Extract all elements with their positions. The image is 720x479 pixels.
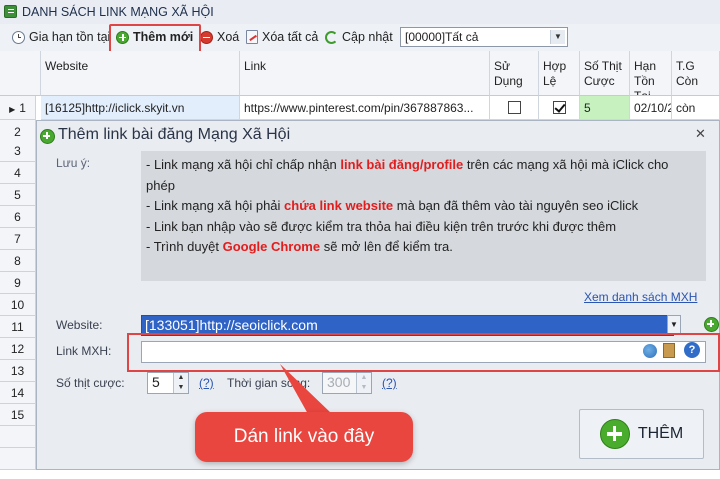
row-header-corner	[0, 51, 41, 96]
cell-link[interactable]: https://www.pinterest.com/pin/367887863.…	[240, 96, 490, 120]
cell-bets[interactable]: 5	[580, 96, 630, 120]
plus-icon	[599, 419, 630, 449]
delete-button[interactable]: Xoá	[200, 27, 239, 47]
row-number[interactable]: 5	[0, 184, 36, 206]
filter-select[interactable]: [00000]Tất cả ▼	[400, 27, 568, 47]
use-checkbox[interactable]	[507, 101, 521, 114]
row-number[interactable]: 10	[0, 294, 36, 316]
chevron-down-icon[interactable]: ▼	[550, 30, 565, 44]
row-number[interactable]	[0, 448, 36, 470]
row-number[interactable]: 9	[0, 272, 36, 294]
stepper-arrows-icon[interactable]: ▲ ▼	[173, 373, 188, 393]
row-number[interactable]: 15	[0, 404, 36, 426]
bets-label: Số thịt cược:	[56, 376, 125, 390]
column-header-bets[interactable]: Số Thịt Cược	[580, 51, 630, 96]
delete-all-button[interactable]: Xóa tất cả	[246, 27, 318, 47]
row-number[interactable]: 14	[0, 382, 36, 404]
refresh-icon	[325, 30, 338, 44]
clock-icon	[12, 30, 25, 44]
cell-website[interactable]: [16125]http://iclick.skyit.vn	[41, 96, 240, 120]
bets-help-link[interactable]: (?)	[199, 376, 214, 390]
plus-icon	[40, 129, 55, 144]
row-number[interactable]: 8	[0, 250, 36, 272]
row-number[interactable]: 7	[0, 228, 36, 250]
add-new-highlight	[109, 24, 201, 54]
column-header-time-left[interactable]: T.G Còn	[672, 51, 720, 96]
update-button[interactable]: Cập nhật	[325, 27, 393, 47]
valid-checkbox[interactable]	[552, 101, 566, 114]
clear-document-icon	[246, 30, 258, 44]
list-icon	[4, 5, 17, 18]
note-box: - Link mạng xã hội chỉ chấp nhận link bà…	[141, 151, 706, 281]
dialog-title: Thêm link bài đăng Mạng Xã Hội	[58, 126, 291, 143]
view-list-link[interactable]: Xem danh sách MXH	[584, 290, 697, 304]
add-button[interactable]: THÊM	[579, 409, 704, 459]
callout-pointer	[280, 364, 332, 414]
row-number[interactable]	[0, 426, 36, 448]
column-header-expiry[interactable]: Hạn Tồn Tại	[630, 51, 672, 96]
extend-button[interactable]: Gia hạn tồn tại	[12, 27, 110, 47]
row-number[interactable]: 4	[0, 162, 36, 184]
row-number[interactable]: 13	[0, 360, 36, 382]
website-label: Website:	[56, 318, 103, 332]
time-help-link[interactable]: (?)	[382, 376, 397, 390]
window-title-bar: DANH SÁCH LINK MẠNG XÃ HỘI	[0, 0, 720, 25]
callout-bubble: Dán link vào đây	[195, 412, 413, 462]
column-header-website[interactable]: Website	[41, 51, 240, 96]
note-label: Lưu ý:	[56, 156, 91, 170]
toolbar: Gia hạn tồn tại Thêm mới Xoá Xóa tất cả …	[0, 24, 720, 52]
column-header-use[interactable]: Sử Dụng	[490, 51, 539, 96]
chevron-down-icon[interactable]: ▼	[667, 315, 681, 334]
cell-use[interactable]	[490, 96, 539, 120]
cell-expiry[interactable]: 02/10/2017	[630, 96, 672, 120]
row-number[interactable]: 12	[0, 338, 36, 360]
row-number[interactable]: 6	[0, 206, 36, 228]
close-icon[interactable]: ✕	[695, 126, 706, 142]
link-mxh-label: Link MXH:	[56, 344, 112, 358]
window-title: DANH SÁCH LINK MẠNG XÃ HỘI	[22, 5, 214, 19]
row-number[interactable]: 11	[0, 316, 36, 338]
minus-icon	[200, 30, 213, 44]
column-header-valid[interactable]: Hợp Lệ	[539, 51, 580, 96]
link-input-highlight	[127, 333, 720, 372]
cell-time-left[interactable]: còn	[672, 96, 720, 120]
stepper-arrows-icon: ▲ ▼	[356, 373, 371, 393]
row-number[interactable]: 3	[0, 141, 36, 162]
column-header-link[interactable]: Link	[240, 51, 490, 96]
row-number[interactable]: ▶ 1	[0, 96, 36, 120]
bets-value: 5	[152, 374, 160, 390]
cell-valid[interactable]	[539, 96, 580, 120]
